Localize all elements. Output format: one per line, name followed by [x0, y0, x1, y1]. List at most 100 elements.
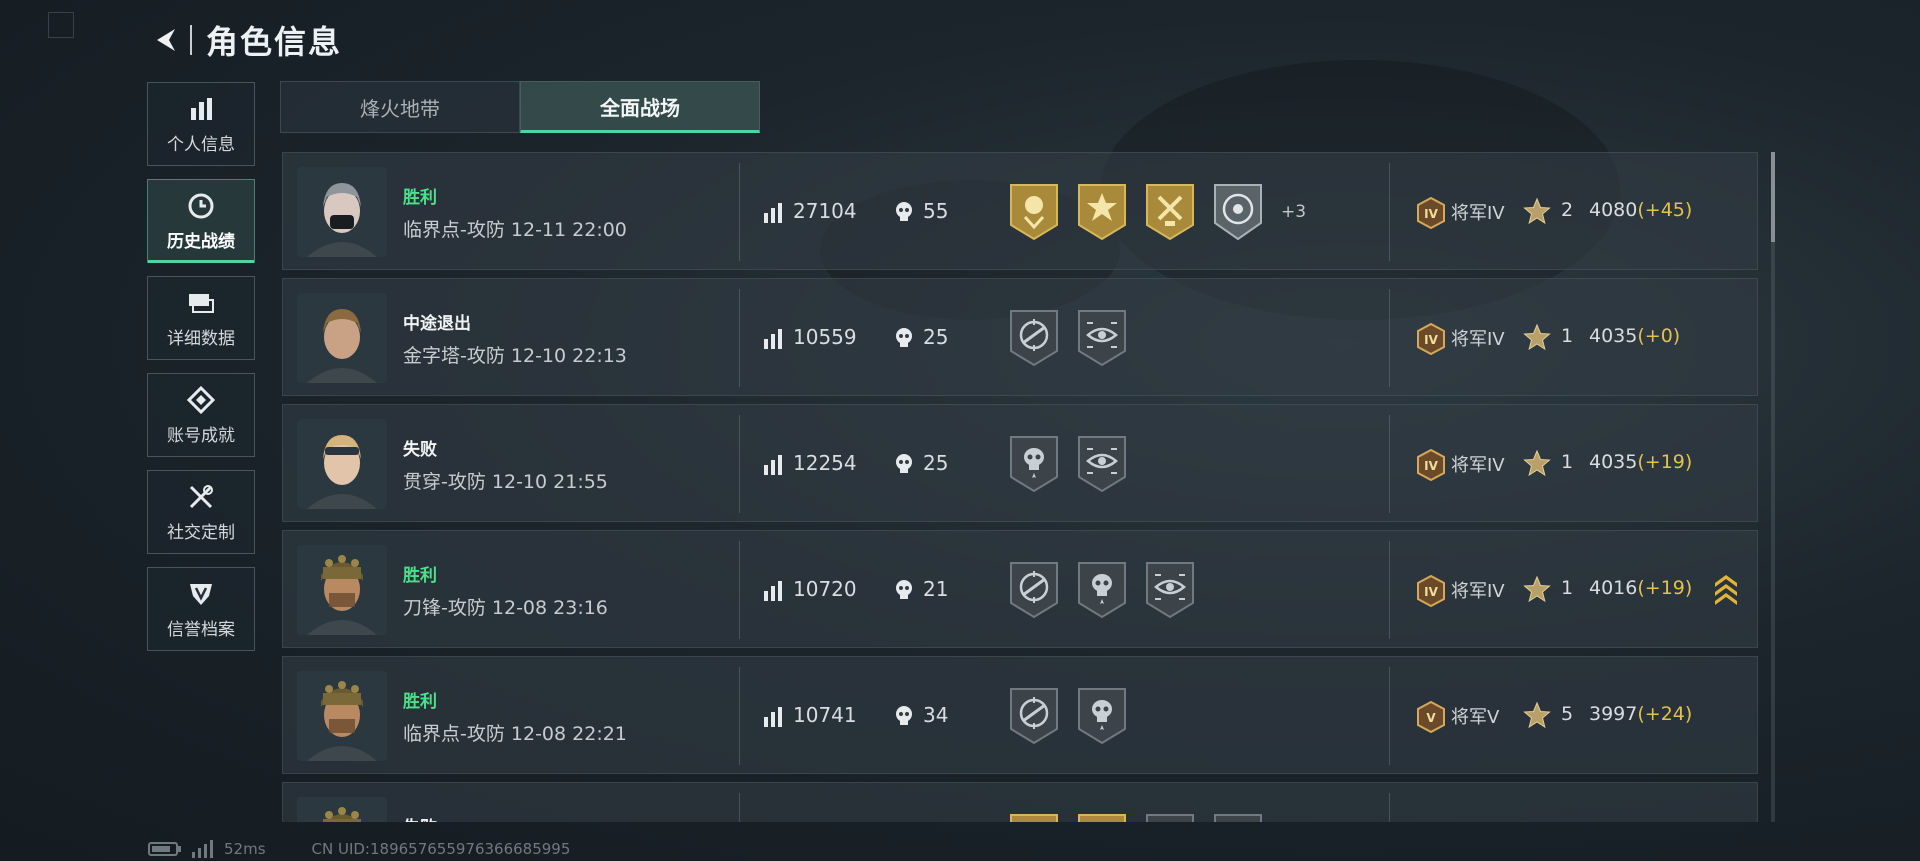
- nav-item-label: 账号成就: [167, 425, 235, 446]
- star-count: 1: [1561, 451, 1574, 473]
- page-title: 角色信息: [206, 23, 343, 61]
- map-and-time: 贯穿-攻防 12-10 21:55: [403, 471, 608, 493]
- corner-mark: [48, 12, 74, 38]
- star-icon: [1523, 449, 1551, 481]
- gold-burst-badge-icon[interactable]: [1075, 813, 1129, 822]
- star-icon: [1523, 575, 1551, 607]
- rank-name: 将军IV: [1451, 203, 1505, 224]
- points-delta: (+0): [1637, 325, 1681, 347]
- points-delta: (+24): [1637, 703, 1693, 725]
- svg-text:IV: IV: [1424, 333, 1438, 347]
- kill-count: 25: [923, 325, 949, 349]
- row-divider: [739, 415, 740, 513]
- gold-rose-badge-icon[interactable]: [1007, 813, 1061, 822]
- row-divider: [739, 289, 740, 387]
- rank-name: 将军IV: [1451, 455, 1505, 476]
- medal-badges: [1007, 309, 1143, 367]
- star-count: 1: [1561, 577, 1574, 599]
- operator-avatar: [297, 671, 387, 761]
- skull-icon: [893, 327, 915, 353]
- rank-emblem-icon: IV: [1415, 196, 1447, 233]
- silver-skull-target-badge-icon[interactable]: [1211, 183, 1265, 241]
- match-score: 27104: [793, 199, 857, 223]
- svg-text:V: V: [1426, 711, 1436, 725]
- match-row[interactable]: 胜利 刀锋-攻防 12-08 23:16 10720 21 IV 将军IV 1 …: [282, 530, 1758, 648]
- match-result: 失败: [403, 440, 437, 460]
- gray-crosshair-rifle-badge-icon[interactable]: [1007, 561, 1061, 619]
- row-divider: [739, 793, 740, 822]
- ping-value: 52ms: [224, 840, 266, 858]
- row-divider: [739, 163, 740, 261]
- star-icon: [1523, 197, 1551, 229]
- bar-chart-icon: [186, 94, 216, 124]
- gray-skull-star-badge-icon[interactable]: [1143, 813, 1197, 822]
- match-score: 12254: [793, 451, 857, 475]
- match-result: 失败: [403, 813, 437, 822]
- gray-eye-target-badge-icon[interactable]: [1143, 561, 1197, 619]
- nav-item-label: 详细数据: [167, 328, 235, 349]
- gray-skull-star-badge-icon[interactable]: [1007, 435, 1061, 493]
- nav-item-3[interactable]: 账号成就: [147, 373, 255, 457]
- kill-count: 25: [923, 451, 949, 475]
- map-and-time: 刀锋-攻防 12-08 23:16: [403, 597, 608, 619]
- operator-avatar: [297, 419, 387, 509]
- match-history-list[interactable]: 胜利 临界点-攻防 12-11 22:00 27104 55 +3 IV 将军I…: [282, 152, 1758, 822]
- rank-emblem-icon: V: [1415, 700, 1447, 737]
- rank-points: 4080(+45): [1589, 199, 1693, 221]
- kill-count: 34: [923, 703, 949, 727]
- nav-item-5[interactable]: 信誉档案: [147, 567, 255, 651]
- rank-points: 4035(+19): [1589, 451, 1693, 473]
- battery-icon: [148, 842, 181, 856]
- list-scrollbar[interactable]: [1771, 152, 1775, 822]
- row-divider: [739, 667, 740, 765]
- match-row[interactable]: 胜利 临界点-攻防 12-11 22:00 27104 55 +3 IV 将军I…: [282, 152, 1758, 270]
- map-and-time: 临界点-攻防 12-11 22:00: [403, 219, 627, 241]
- skull-icon: [893, 453, 915, 479]
- nav-item-1[interactable]: 历史战绩: [147, 179, 255, 263]
- star-count: 1: [1561, 325, 1574, 347]
- gray-skull-star-badge-icon[interactable]: [1075, 561, 1129, 619]
- rank-points: 3997(+24): [1589, 703, 1693, 725]
- rank-name: 将军IV: [1451, 329, 1505, 350]
- nav-item-label: 个人信息: [167, 134, 235, 155]
- gray-eye-target-badge-icon[interactable]: [1075, 309, 1129, 367]
- gray-eye-target-badge-icon[interactable]: [1211, 813, 1265, 822]
- scroll-thumb[interactable]: [1771, 152, 1775, 242]
- map-and-time: 金字塔-攻防 12-10 22:13: [403, 345, 627, 367]
- layers-icon: [186, 288, 216, 318]
- gold-burst-badge-icon[interactable]: [1075, 183, 1129, 241]
- nav-item-label: 历史战绩: [167, 231, 235, 252]
- kill-count: 21: [923, 577, 949, 601]
- match-row[interactable]: 胜利 临界点-攻防 12-08 22:21 10741 34 V 将军V 5 3…: [282, 656, 1758, 774]
- nav-item-0[interactable]: 个人信息: [147, 82, 255, 166]
- gray-skull-star-badge-icon[interactable]: [1075, 687, 1129, 745]
- operator-avatar: [297, 545, 387, 635]
- more-badges-count[interactable]: +3: [1281, 202, 1306, 222]
- match-score: 10559: [793, 325, 857, 349]
- operator-avatar: [297, 293, 387, 383]
- points-delta: (+19): [1637, 577, 1693, 599]
- gray-eye-target-badge-icon[interactable]: [1075, 435, 1129, 493]
- mode-tabs: 烽火地带 全面战场: [280, 81, 760, 133]
- match-row[interactable]: 失败 贯穿-攻防 12-10 21:55 12254 25 IV 将军IV 1 …: [282, 404, 1758, 522]
- status-footer: 52ms CN UID:1896576559763666859​95: [148, 840, 570, 858]
- star-count: 5: [1561, 703, 1574, 725]
- gold-hammer-badge-icon[interactable]: [1143, 183, 1197, 241]
- match-row[interactable]: 中途退出 金字塔-攻防 12-10 22:13 10559 25 IV 将军IV…: [282, 278, 1758, 396]
- star-icon: [1523, 323, 1551, 355]
- nav-item-2[interactable]: 详细数据: [147, 276, 255, 360]
- rank-emblem-icon: IV: [1415, 574, 1447, 611]
- tab-0[interactable]: 烽火地带: [280, 81, 520, 133]
- kill-count: 55: [923, 199, 949, 223]
- gold-rose-badge-icon[interactable]: [1007, 183, 1061, 241]
- gray-crosshair-rifle-badge-icon[interactable]: [1007, 309, 1061, 367]
- skull-icon: [893, 201, 915, 227]
- match-score: 10720: [793, 577, 857, 601]
- tab-1[interactable]: 全面战场: [520, 81, 760, 133]
- score-bar-icon: [763, 455, 785, 479]
- nav-item-4[interactable]: 社交定制: [147, 470, 255, 554]
- back-button[interactable]: [148, 22, 184, 58]
- gray-crosshair-rifle-badge-icon[interactable]: [1007, 687, 1061, 745]
- row-divider: [739, 541, 740, 639]
- match-row[interactable]: 失败: [282, 782, 1758, 822]
